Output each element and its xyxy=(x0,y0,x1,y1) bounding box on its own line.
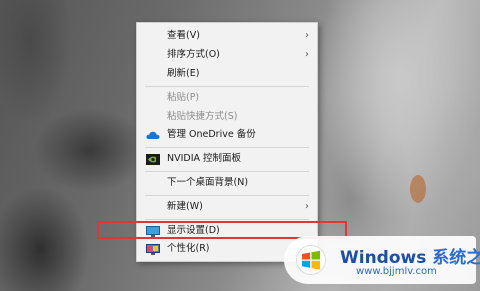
menu-item-label: 下一个桌面背景(N) xyxy=(167,177,249,188)
menu-item-next-desktop-background[interactable]: 下一个桌面背景(N) xyxy=(137,173,317,192)
menu-item-label: 个性化(R) xyxy=(167,243,210,254)
menu-item-view[interactable]: 查看(V) › xyxy=(137,26,317,45)
menu-item-sort-by[interactable]: 排序方式(O) › xyxy=(137,45,317,64)
menu-separator xyxy=(145,86,309,87)
submenu-arrow-icon: › xyxy=(305,49,309,60)
menu-item-paste[interactable]: 粘贴(P) xyxy=(137,88,317,107)
personalize-icon xyxy=(146,243,160,255)
menu-item-label: 粘贴快捷方式(S) xyxy=(167,111,238,122)
onedrive-cloud-icon xyxy=(146,129,160,140)
nvidia-icon xyxy=(146,153,160,165)
watermark-title-main: Windows xyxy=(340,248,427,268)
submenu-arrow-icon: › xyxy=(305,201,309,212)
menu-item-label: NVIDIA 控制面板 xyxy=(167,153,242,164)
menu-item-refresh[interactable]: 刷新(E) xyxy=(137,64,317,83)
menu-item-new[interactable]: 新建(W) › xyxy=(137,197,317,216)
submenu-arrow-icon: › xyxy=(305,30,309,41)
watermark: Windows 系统之家 www.bjjmlv.com xyxy=(284,236,480,284)
watermark-title: Windows 系统之家 xyxy=(340,243,480,268)
windows-logo-icon xyxy=(296,245,326,275)
watermark-title-sub: 系统之家 xyxy=(432,248,480,268)
wallpaper-detail xyxy=(410,175,426,203)
menu-separator xyxy=(145,219,309,220)
menu-item-label: 粘贴(P) xyxy=(167,92,200,103)
watermark-url: www.bjjmlv.com xyxy=(356,266,437,277)
menu-item-paste-shortcut[interactable]: 粘贴快捷方式(S) xyxy=(137,107,317,126)
menu-item-label: 排序方式(O) xyxy=(167,49,220,60)
menu-item-onedrive-backup[interactable]: 管理 OneDrive 备份 xyxy=(137,125,317,144)
menu-separator xyxy=(145,171,309,172)
menu-separator xyxy=(145,195,309,196)
menu-item-label: 管理 OneDrive 备份 xyxy=(167,129,256,140)
menu-item-label: 刷新(E) xyxy=(167,68,200,79)
menu-separator xyxy=(145,147,309,148)
menu-item-label: 新建(W) xyxy=(167,201,203,212)
menu-item-nvidia-control-panel[interactable]: NVIDIA 控制面板 xyxy=(137,149,317,168)
menu-item-label: 查看(V) xyxy=(167,30,200,41)
